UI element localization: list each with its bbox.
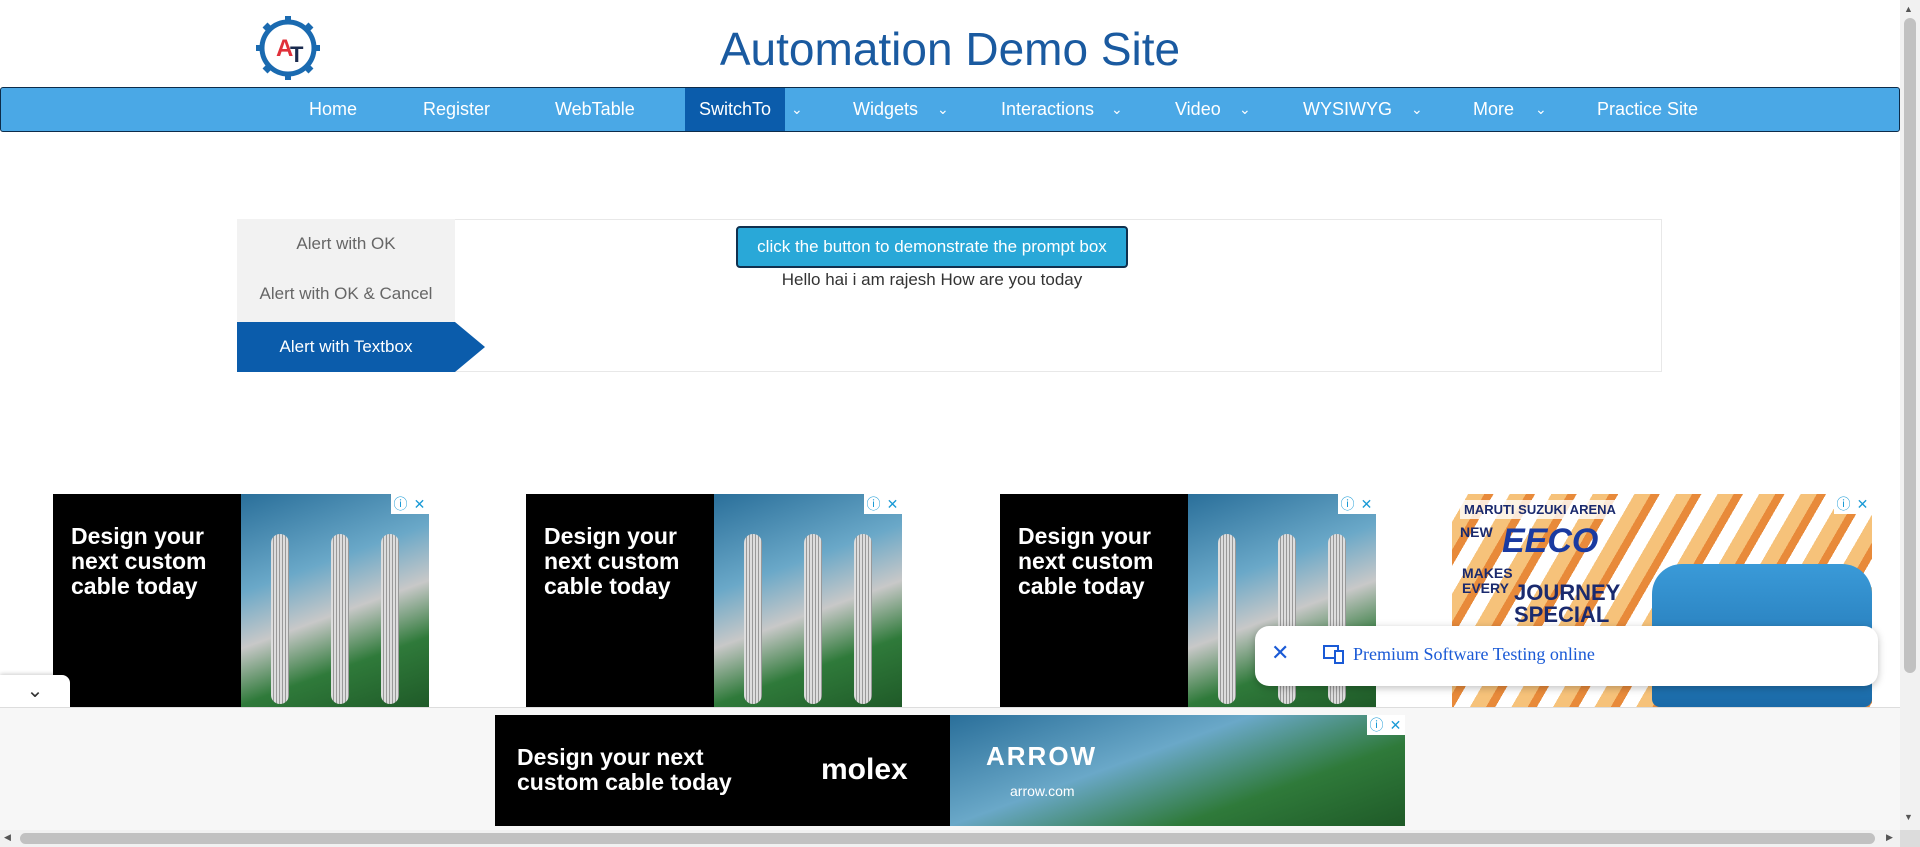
nav-practice-site[interactable]: Practice Site <box>1597 88 1698 131</box>
ad-image <box>241 494 429 707</box>
ad-new-label: NEW <box>1460 524 1493 540</box>
ad-text: Design your next custom cable today <box>544 523 680 599</box>
ad-info-icon[interactable]: ⓘ <box>1367 715 1386 735</box>
vertical-scroll-thumb[interactable] <box>1904 18 1916 673</box>
ad-text: Design your next custom cable today <box>71 523 207 599</box>
page-title: Automation Demo Site <box>719 23 1181 75</box>
ad-makes-label: MAKES EVERY <box>1462 565 1513 596</box>
devices-icon <box>1323 644 1345 669</box>
scrollbar-corner <box>1900 830 1920 847</box>
prompt-box-button[interactable]: click the button to demonstrate the prom… <box>736 226 1128 268</box>
ad-image <box>714 494 902 707</box>
ad-info-icon[interactable]: ⓘ <box>1338 494 1357 514</box>
chevron-down-icon[interactable]: ⌄ <box>937 88 949 131</box>
chevron-down-icon[interactable]: ⌄ <box>1411 88 1423 131</box>
vertical-scrollbar[interactable]: ▲ ▼ <box>1900 0 1920 830</box>
scroll-down-icon[interactable]: ▼ <box>1904 812 1913 822</box>
page: A T Automation Demo Site Home Register W… <box>0 0 1920 847</box>
alert-tabs: Alert with OK Alert with OK & Cancel Ale… <box>237 219 455 372</box>
nav-register[interactable]: Register <box>423 88 490 131</box>
chevron-down-icon[interactable]: ⌄ <box>0 675 70 707</box>
main-nav: Home Register WebTable SwitchTo ⌄ Widget… <box>0 87 1900 132</box>
ad-controls: ⓘ ✕ <box>1834 494 1872 514</box>
tab-alert-ok-cancel[interactable]: Alert with OK & Cancel <box>237 269 455 319</box>
nav-interactions[interactable]: Interactions <box>1001 88 1094 131</box>
toast-text[interactable]: Premium Software Testing online <box>1353 644 1595 665</box>
ad-arrow-logo: ARROW <box>986 741 1098 771</box>
active-tab-arrow <box>455 322 485 372</box>
ad-controls: ⓘ ✕ <box>1367 715 1405 735</box>
ad-text: Design your next custom cable today <box>517 744 732 795</box>
ad-info-icon[interactable]: ⓘ <box>1834 494 1853 514</box>
close-icon[interactable]: ✕ <box>1271 640 1289 666</box>
ad-banner-1[interactable]: Design your next custom cable today ⓘ ✕ <box>53 494 429 707</box>
tab-alert-textbox[interactable]: Alert with Textbox <box>237 322 455 372</box>
tab-alert-ok[interactable]: Alert with OK <box>237 219 455 269</box>
ad-close-icon[interactable]: ✕ <box>410 494 429 514</box>
ad-banner-bottom[interactable]: Design your next custom cable today mole… <box>495 715 1405 826</box>
scroll-up-icon[interactable]: ▲ <box>1904 4 1913 14</box>
ad-close-icon[interactable]: ✕ <box>1357 494 1376 514</box>
scroll-right-icon[interactable]: ▶ <box>1886 832 1893 843</box>
ad-close-icon[interactable]: ✕ <box>1386 715 1405 735</box>
ad-molex-logo: molex <box>821 753 908 786</box>
ad-controls: ⓘ ✕ <box>1338 494 1376 514</box>
nav-wysiwyg[interactable]: WYSIWYG <box>1303 88 1392 131</box>
nav-webtable[interactable]: WebTable <box>555 88 635 131</box>
prompt-result-text: Hello hai i am rajesh How are you today <box>781 270 1083 289</box>
ad-text: Design your next custom cable today <box>1018 523 1154 599</box>
scroll-left-icon[interactable]: ◀ <box>4 832 11 843</box>
nav-widgets[interactable]: Widgets <box>853 88 918 131</box>
ad-image: ARROW arrow.com <box>950 715 1405 826</box>
promo-toast[interactable]: ✕ Premium Software Testing online <box>1255 626 1878 686</box>
nav-video[interactable]: Video <box>1175 88 1221 131</box>
ad-controls: ⓘ ✕ <box>391 494 429 514</box>
nav-more[interactable]: More <box>1473 88 1514 131</box>
chevron-down-icon[interactable]: ⌄ <box>1239 88 1251 131</box>
ad-brand: MARUTI SUZUKI ARENA <box>1460 500 1620 519</box>
ad-info-icon[interactable]: ⓘ <box>391 494 410 514</box>
ad-close-icon[interactable]: ✕ <box>1853 494 1872 514</box>
ad-banner-2[interactable]: Design your next custom cable today ⓘ ✕ <box>526 494 902 707</box>
ad-journey-label: JOURNEY SPECIAL <box>1514 580 1620 627</box>
ad-eeco-label: EECO <box>1502 522 1599 560</box>
ad-controls: ⓘ ✕ <box>864 494 902 514</box>
nav-switchto[interactable]: SwitchTo <box>685 88 785 131</box>
chevron-down-icon[interactable]: ⌄ <box>1535 88 1547 131</box>
horizontal-scrollbar[interactable]: ◀ ▶ <box>0 830 1900 847</box>
ad-arrow-url: arrow.com <box>1010 783 1075 799</box>
chevron-down-icon[interactable]: ⌄ <box>1111 88 1123 131</box>
horizontal-scroll-thumb[interactable] <box>20 833 1875 844</box>
chevron-down-icon[interactable]: ⌄ <box>791 88 803 131</box>
ad-info-icon[interactable]: ⓘ <box>864 494 883 514</box>
ad-close-icon[interactable]: ✕ <box>883 494 902 514</box>
nav-home[interactable]: Home <box>309 88 357 131</box>
